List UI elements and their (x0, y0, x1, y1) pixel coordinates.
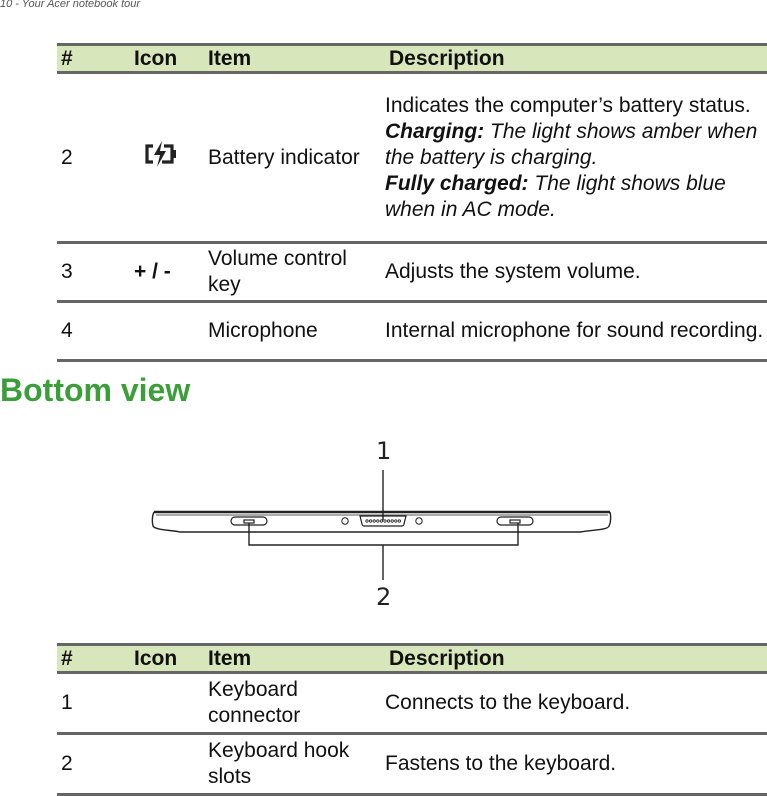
header-num: # (57, 43, 130, 74)
row-num: 1 (57, 672, 130, 735)
fully-charged-label: Fully charged: (385, 171, 529, 195)
row-item: Keyboard connector (204, 672, 385, 735)
header-item: Item (204, 43, 385, 74)
connector-pins (365, 519, 401, 523)
charging-note: Charging: The light shows amber when the… (385, 119, 767, 171)
header-icon: Icon (130, 43, 204, 74)
row-icon (130, 672, 204, 735)
connector-pin (397, 519, 401, 523)
row-icon (130, 301, 204, 362)
callout-1-label: 1 (376, 437, 391, 465)
connector-pin (372, 519, 376, 523)
connector-pin (383, 519, 387, 523)
table-row: 3 + / - Volume control key Adjusts the s… (57, 242, 767, 303)
connector-pin (394, 519, 398, 523)
row-description: Internal microphone for sound recording. (385, 301, 767, 362)
row-num: 3 (57, 242, 130, 303)
header-item: Item (204, 643, 385, 674)
connector-pin (390, 519, 394, 523)
connector-pin (387, 519, 391, 523)
row-icon (130, 72, 204, 244)
ports-table-top: # Icon Item Description 2 Battery indica… (57, 43, 767, 362)
table-row: 1 Keyboard connector Connects to the key… (57, 672, 767, 735)
bottom-view-table: # Icon Item Description 1 Keyboard conne… (57, 643, 767, 796)
callout-2-label: 2 (376, 583, 391, 610)
table-header-row: # Icon Item Description (57, 43, 767, 74)
running-head: 10 - Your Acer notebook tour (0, 0, 141, 10)
description-text: Indicates the computer’s battery status. (385, 93, 751, 117)
fully-charged-note: Fully charged: The light shows blue when… (385, 171, 767, 223)
row-item: Volume control key (204, 242, 385, 303)
header-icon: Icon (130, 643, 204, 674)
battery-charging-icon (144, 140, 178, 175)
row-description: Indicates the computer’s battery status.… (385, 72, 767, 244)
table-row: 4 Microphone Internal microphone for sou… (57, 301, 767, 362)
row-description: Connects to the keyboard. (385, 672, 767, 735)
row-description: Adjusts the system volume. (385, 242, 767, 303)
connector-pin (376, 519, 380, 523)
row-item: Battery indicator (204, 72, 385, 244)
bottom-view-diagram: 1 2 (140, 430, 620, 611)
header-description: Description (385, 643, 767, 674)
connector-pin (379, 519, 383, 523)
left-screw-hole (341, 517, 349, 525)
header-num: # (57, 643, 130, 674)
row-item: Microphone (204, 301, 385, 362)
right-hook-slot (496, 516, 534, 526)
right-screw-hole (415, 517, 423, 525)
row-icon (130, 733, 204, 796)
section-title: Bottom view (0, 372, 191, 408)
table-row: 2 Battery indicator Indicates the comput… (57, 72, 767, 244)
charging-label: Charging: (385, 119, 485, 143)
header-description: Description (385, 43, 767, 74)
table-row: 2 Keyboard hook slots Fastens to the key… (57, 733, 767, 796)
volume-plus-minus-icon: + / - (130, 242, 204, 303)
connector-pin (369, 519, 373, 523)
row-num: 4 (57, 301, 130, 362)
row-description: Fastens to the keyboard. (385, 733, 767, 796)
row-num: 2 (57, 72, 130, 244)
row-num: 2 (57, 733, 130, 796)
connector-pin (365, 519, 369, 523)
table-header-row: # Icon Item Description (57, 643, 767, 674)
row-item: Keyboard hook slots (204, 733, 385, 796)
